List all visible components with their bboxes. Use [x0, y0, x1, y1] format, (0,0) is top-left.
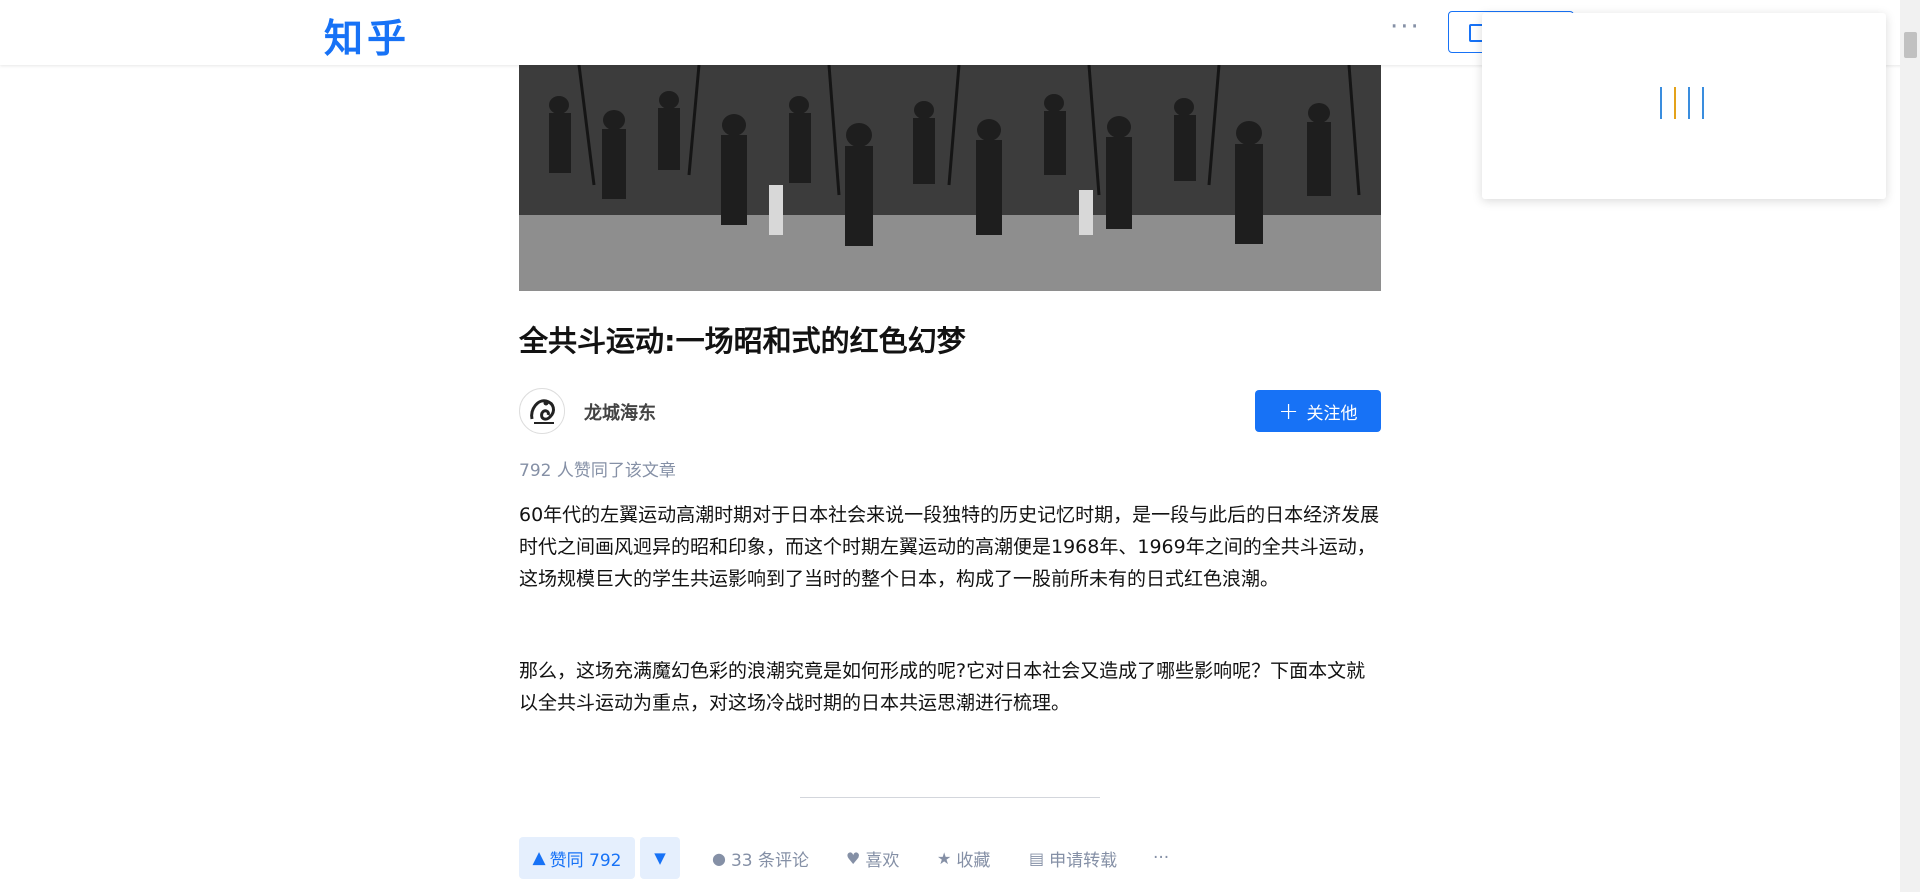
repost-request-button[interactable]: ▤ 申请转载 [1029, 846, 1118, 871]
upvote-label: 赞同 792 [549, 850, 622, 871]
loader-bar [1674, 87, 1676, 119]
article-title: 全共斗运动:一场昭和式的红色幻梦 [519, 324, 966, 358]
article-paragraph: 那么，这场充满魔幻色彩的浪潮究竟是如何形成的呢?它对日本社会又造成了哪些影响呢？… [519, 660, 1366, 714]
upvote-summary: 792 人赞同了该文章 [519, 461, 676, 481]
loader-bar [1702, 87, 1704, 119]
more-actions-button[interactable]: ··· [1153, 846, 1169, 870]
plus-icon: + [1278, 397, 1299, 425]
upvote-button[interactable]: ▲ 赞同 792 [519, 837, 635, 879]
loading-spinner-icon [1660, 87, 1710, 119]
content-divider [800, 797, 1100, 798]
triangle-up-icon: ▲ [532, 848, 546, 868]
comments-label: 33 条评论 [730, 850, 810, 871]
comments-button[interactable]: ● 33 条评论 [712, 846, 810, 871]
collect-label: 收藏 [956, 850, 991, 871]
loader-bar [1660, 87, 1662, 119]
more-dots-icon[interactable]: ··· [1390, 12, 1421, 42]
repost-label: 申请转载 [1049, 850, 1118, 871]
dragon-avatar-icon [521, 390, 564, 433]
like-label: 喜欢 [865, 850, 900, 871]
more-actions-label: ··· [1153, 848, 1170, 868]
page-scrollbar[interactable] [1900, 0, 1920, 892]
heart-icon: ♥ [846, 848, 861, 868]
follow-button[interactable]: + 关注他 [1255, 390, 1381, 432]
zhihu-logo[interactable]: 知乎 [324, 8, 410, 64]
repost-icon: ▤ [1029, 848, 1045, 868]
follow-button-label: 关注他 [1306, 403, 1358, 424]
author-avatar[interactable] [519, 388, 565, 434]
scroll-thumb[interactable] [1904, 32, 1917, 58]
article-paragraph: 60年代的左翼运动高潮时期对于日本社会来说一段独特的历史记忆时期，是一段与此后的… [519, 504, 1380, 590]
collect-button[interactable]: ★ 收藏 [937, 846, 991, 871]
loading-popup [1482, 13, 1886, 199]
like-button[interactable]: ♥ 喜欢 [846, 846, 900, 871]
article-cover-image [519, 65, 1381, 291]
downvote-button[interactable]: ▼ [640, 837, 680, 879]
triangle-down-icon: ▼ [654, 849, 666, 867]
star-icon: ★ [937, 848, 952, 868]
crowd-photo-illustration [519, 65, 1381, 291]
loader-bar [1688, 87, 1690, 119]
author-name[interactable]: 龙城海东 [584, 399, 656, 425]
comment-bubble-icon: ● [712, 848, 726, 868]
